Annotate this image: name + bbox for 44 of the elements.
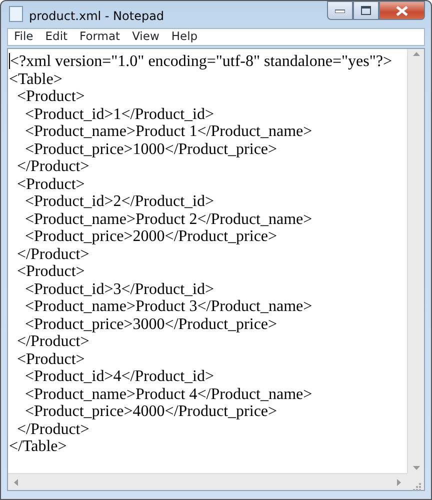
menu-item[interactable]: Edit <box>39 28 74 46</box>
code-line: <Product_name>Product 4</Product_name> <box>24 386 312 402</box>
menu-item[interactable]: View <box>126 28 166 46</box>
scroll-left-icon[interactable] <box>14 478 18 486</box>
notepad-icon <box>9 6 23 22</box>
code-line: <Product> <box>16 350 85 368</box>
close-button[interactable] <box>379 1 425 20</box>
code-line: <Product_id>3</Product_id> <box>24 280 214 298</box>
vertical-scrollbar[interactable] <box>407 49 424 473</box>
code-line: <Product_price>1000</Product_price> <box>24 140 278 158</box>
text-cursor <box>9 53 10 69</box>
text-editor[interactable] <box>7 48 425 491</box>
code-line: <Product_id>1</Product_id> <box>24 106 214 122</box>
close-icon <box>396 6 408 16</box>
code-line: <Product_price>2000</Product_price> <box>24 228 278 245</box>
code-line: </Table> <box>9 438 67 455</box>
menu-item[interactable]: Format <box>74 28 126 46</box>
window-title: product.xml - Notepad <box>29 8 164 25</box>
code-line: <?xml version="1.0" encoding="utf-8" standalone="yes"?> <box>10 53 392 70</box>
maximize-icon <box>361 6 371 15</box>
code-line: </Product> <box>16 420 90 438</box>
menu-item[interactable]: File <box>8 28 40 46</box>
scroll-down-icon[interactable] <box>412 466 420 470</box>
code-line: <Product_name>Product 2</Product_name> <box>24 210 312 228</box>
minimize-button[interactable] <box>327 1 353 20</box>
code-line: <Product_name>Product 3</Product_name> <box>24 298 312 315</box>
code-line: </Product> <box>16 333 90 350</box>
code-line: <Product_id>2</Product_id> <box>24 193 214 210</box>
code-line: <Product> <box>16 176 85 192</box>
scroll-right-icon[interactable] <box>397 478 401 486</box>
code-line: </Product> <box>16 246 90 262</box>
code-line: </Product> <box>16 158 90 175</box>
minimize-icon <box>335 8 345 12</box>
code-line: <Table> <box>9 70 62 88</box>
code-line: <Product_price>3000</Product_price> <box>24 316 278 332</box>
maximize-button[interactable] <box>353 1 379 20</box>
code-line: <Product_name>Product 1</Product_name> <box>24 123 312 140</box>
code-line: <Product> <box>16 88 85 105</box>
horizontal-scrollbar[interactable] <box>8 473 407 490</box>
menu-item[interactable]: Help <box>165 28 204 46</box>
code-line: <Product> <box>16 263 85 280</box>
code-line: <Product_id>4</Product_id> <box>24 368 214 385</box>
code-line: <Product_price>4000</Product_price> <box>24 403 278 420</box>
scroll-up-icon[interactable] <box>412 52 420 56</box>
